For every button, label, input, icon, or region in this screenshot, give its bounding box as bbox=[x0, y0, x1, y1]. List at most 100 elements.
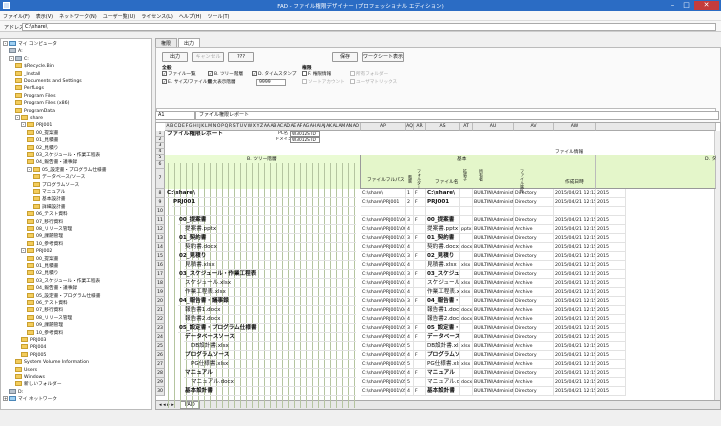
data-cell-ar[interactable]: F bbox=[414, 198, 426, 207]
data-cell-ax[interactable] bbox=[596, 207, 626, 216]
menu-file[interactable]: ファイル(F) bbox=[0, 11, 33, 20]
data-cell-av[interactable]: Directory bbox=[514, 252, 554, 261]
data-cell-av[interactable]: Archive bbox=[514, 288, 554, 297]
row-header[interactable]: 7 bbox=[156, 169, 165, 189]
tree-cell[interactable]: 03_スケジュール・作業工程表 bbox=[178, 270, 356, 279]
data-cell-au[interactable]: BUILTIN\Administrators bbox=[473, 342, 514, 351]
row-header[interactable]: 17 bbox=[156, 270, 165, 279]
tree-node[interactable]: PerfLogs bbox=[15, 85, 44, 92]
data-cell-au[interactable]: BUILTIN\Administrators bbox=[473, 189, 514, 198]
row-header[interactable]: 27 bbox=[156, 360, 165, 369]
data-cell-as[interactable]: 01_契約書 bbox=[426, 234, 460, 243]
data-cell-ar[interactable] bbox=[414, 342, 426, 351]
data-cell-av[interactable]: Archive bbox=[514, 306, 554, 315]
sheet-tab[interactable]: FAD bbox=[180, 401, 200, 409]
data-cell-ar[interactable]: F bbox=[414, 297, 426, 306]
data-cell-au[interactable]: BUILTIN\Administrators bbox=[473, 225, 514, 234]
expand-toggle-icon[interactable]: - bbox=[15, 115, 20, 120]
data-cell-aq[interactable]: 3 bbox=[406, 297, 414, 306]
row-header[interactable]: 6 bbox=[156, 161, 165, 169]
data-cell-at[interactable]: xlsx bbox=[460, 288, 473, 297]
data-cell-as[interactable]: スケジュール.xlsx bbox=[426, 279, 460, 288]
data-cell-ar[interactable]: F bbox=[414, 387, 426, 396]
tree-cell[interactable]: 00_提案書 bbox=[178, 216, 356, 225]
tree-node[interactable]: 07_移行資料 bbox=[27, 307, 63, 314]
data-cell-ap[interactable]: C:\share\PRJ001\02_見積り\見 bbox=[361, 261, 406, 270]
data-cell-aw[interactable]: 2015/04/21 12:15 bbox=[554, 324, 596, 333]
data-cell-aq[interactable]: 3 bbox=[406, 234, 414, 243]
data-cell-av[interactable]: Directory bbox=[514, 333, 554, 342]
data-cell-ar[interactable]: F bbox=[414, 333, 426, 342]
option-file-list[interactable]: ✓ ファイル一覧 bbox=[162, 71, 196, 78]
data-cell-ax[interactable]: 2015 bbox=[596, 189, 626, 198]
tree-cell[interactable]: スケジュール.xlsx bbox=[184, 279, 356, 288]
tree-node[interactable]: 02_見積り bbox=[27, 270, 58, 277]
option-timestamp[interactable]: ✓ D. タイムスタンプ bbox=[252, 71, 296, 78]
data-cell-aq[interactable]: 5 bbox=[406, 342, 414, 351]
data-cell-aq[interactable]: 3 bbox=[406, 270, 414, 279]
data-cell-at[interactable]: docx bbox=[460, 378, 473, 387]
data-cell-av[interactable]: Directory bbox=[514, 216, 554, 225]
worksheet-button[interactable]: ワークシート表示 bbox=[362, 52, 404, 62]
data-cell-au[interactable]: BUILTIN\Administrators bbox=[473, 324, 514, 333]
data-cell-aw[interactable]: 2015/04/21 12:15 bbox=[554, 234, 596, 243]
data-cell-av[interactable]: Archive bbox=[514, 261, 554, 270]
tree-cell[interactable]: 見積書.xlsx bbox=[184, 261, 356, 270]
data-cell-ar[interactable]: F bbox=[414, 189, 426, 198]
row-header[interactable]: 8 bbox=[156, 189, 165, 198]
row-header[interactable]: 22 bbox=[156, 315, 165, 324]
tree-node[interactable]: 新しいフォルダー bbox=[15, 381, 62, 388]
tree-node[interactable]: - 05_設定書・プログラム仕様書 bbox=[27, 166, 106, 174]
data-cell-aw[interactable]: 2015/04/21 12:15 bbox=[554, 288, 596, 297]
data-cell-as[interactable]: 提案書.pptx bbox=[426, 225, 460, 234]
data-cell-aw[interactable]: 2015/04/21 12:15 bbox=[554, 225, 596, 234]
data-cell-at[interactable] bbox=[460, 189, 473, 198]
tree-node[interactable]: Windows bbox=[15, 374, 45, 381]
data-cell-ax[interactable]: 2015 bbox=[596, 342, 626, 351]
data-cell-ar[interactable]: F bbox=[414, 369, 426, 378]
data-cell-au[interactable]: BUILTIN\Administrators bbox=[473, 387, 514, 396]
data-cell-ap[interactable]: C:\share\PRJ001\04_報告書・ bbox=[361, 297, 406, 306]
data-cell-as[interactable]: 00_提案書 bbox=[426, 216, 460, 225]
data-cell-at[interactable] bbox=[460, 198, 473, 207]
data-cell-as[interactable]: 03_スケジュール・作 bbox=[426, 270, 460, 279]
tree-node[interactable]: Users bbox=[15, 366, 37, 374]
data-cell-as[interactable]: C:\share\ bbox=[426, 189, 460, 198]
row-header[interactable]: 20 bbox=[156, 297, 165, 306]
tree-node[interactable]: 00_提案書 bbox=[27, 129, 58, 137]
data-cell-aw[interactable]: 2015/04/21 12:15 bbox=[554, 216, 596, 225]
row-header[interactable]: 10 bbox=[156, 207, 165, 216]
data-cell-at[interactable] bbox=[460, 351, 473, 360]
folder-tree[interactable]: - マイ コンピュータ A: - C: $Recycle.Bin _Install Docum… bbox=[0, 38, 152, 410]
data-cell-at[interactable]: docx bbox=[460, 243, 473, 252]
data-cell-aw[interactable]: 2015/04/21 12:15 bbox=[554, 261, 596, 270]
data-cell-ar[interactable] bbox=[414, 315, 426, 324]
data-cell-ax[interactable]: 2015 bbox=[596, 387, 626, 396]
data-cell-as[interactable]: 04_報告書・議事録 bbox=[426, 297, 460, 306]
data-cell-au[interactable]: BUILTIN\Administrators bbox=[473, 369, 514, 378]
data-cell-aq[interactable]: 1 bbox=[406, 189, 414, 198]
tree-node[interactable]: PRJ005 bbox=[21, 351, 46, 359]
data-cell-au[interactable]: BUILTIN\Administrators bbox=[473, 198, 514, 207]
data-cell-at[interactable]: xlsx bbox=[460, 279, 473, 288]
tree-cell[interactable]: 02_見積り bbox=[178, 252, 356, 261]
tree-cell[interactable]: 契約書.docx bbox=[184, 243, 356, 252]
data-cell-aq[interactable]: 4 bbox=[406, 288, 414, 297]
tree-cell[interactable]: 基本設計書 bbox=[184, 387, 356, 396]
data-cell-ax[interactable]: 2015 bbox=[596, 288, 626, 297]
data-cell-ap[interactable]: C:\share\ bbox=[361, 189, 406, 198]
cell-reference-input[interactable]: A1 bbox=[155, 111, 195, 120]
tree-cell[interactable]: 報告書2.docx bbox=[184, 315, 356, 324]
data-cell-aq[interactable]: 3 bbox=[406, 324, 414, 333]
tree-cell[interactable]: マニュアル bbox=[184, 369, 356, 378]
data-cell-ax[interactable]: 2015 bbox=[596, 252, 626, 261]
data-cell-ar[interactable] bbox=[414, 360, 426, 369]
data-cell-aw[interactable]: 2015/04/21 12:15 bbox=[554, 342, 596, 351]
save-button[interactable]: 保存 bbox=[332, 52, 358, 62]
tree-node[interactable]: 04_報告書・議事録 bbox=[27, 285, 77, 292]
tree-node[interactable]: 03_スケジュール・作業工程表 bbox=[27, 152, 100, 159]
tree-node[interactable]: 10_参考資料 bbox=[27, 240, 63, 248]
tree-node[interactable]: Program Files bbox=[15, 92, 56, 100]
data-cell-aq[interactable]: 5 bbox=[406, 378, 414, 387]
data-cell-ap[interactable]: C:\share\PRJ001\05_設定書・ bbox=[361, 369, 406, 378]
